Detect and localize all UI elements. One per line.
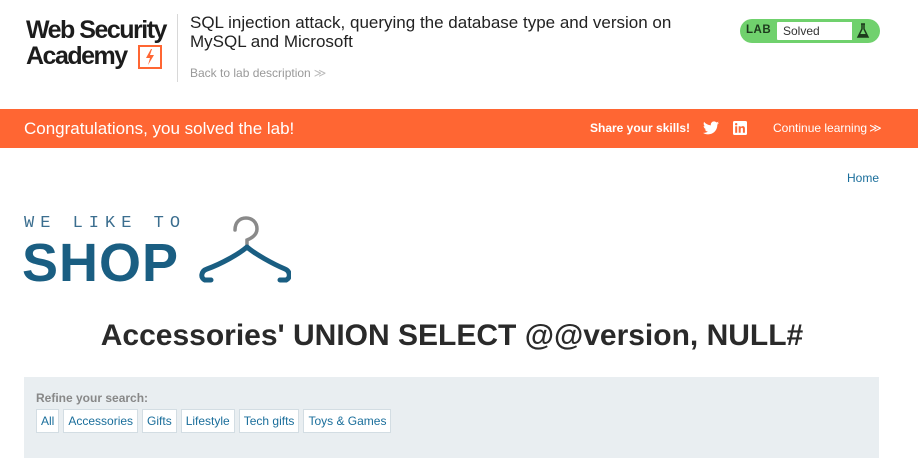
we-like-to-shop-logo[interactable]: WE LIKE TO SHOP [22, 212, 294, 293]
web-security-academy-logo[interactable]: Web Security Academy [26, 17, 176, 73]
share-skills-label: Share your skills! [590, 121, 691, 135]
congratulations-message: Congratulations, you solved the lab! [24, 119, 295, 138]
refine-search-panel: Refine your search: All Accessories Gift… [24, 377, 879, 458]
lightning-bolt-icon [138, 45, 162, 69]
lab-status-tag: LAB [746, 24, 772, 36]
filter-accessories[interactable]: Accessories [63, 409, 139, 433]
back-to-lab-description-link[interactable]: Back to lab description ≫ [190, 66, 326, 80]
lab-status-widget: LAB Solved [740, 19, 880, 43]
category-filters: All Accessories Gifts Lifestyle Tech gif… [36, 409, 392, 433]
chevron-double-right-icon: ≫ [869, 121, 881, 135]
page-title: Accessories' UNION SELECT @@version, NUL… [100, 319, 804, 352]
filter-toys-and-games[interactable]: Toys & Games [303, 409, 392, 433]
linkedin-icon[interactable] [733, 121, 747, 135]
continue-learning-link[interactable]: Continue learning ≫ [773, 121, 882, 135]
header-divider [177, 14, 178, 82]
filter-tech-gifts[interactable]: Tech gifts [238, 409, 300, 433]
filter-gifts[interactable]: Gifts [142, 409, 177, 433]
shop-logo-wordmark: SHOP [22, 233, 180, 293]
flask-icon-container [852, 22, 874, 40]
lab-title: SQL injection attack, querying the datab… [190, 13, 672, 51]
continue-learning-label: Continue learning [773, 121, 868, 135]
refine-search-label: Refine your search: [36, 391, 149, 405]
lab-header: Web Security Academy SQL injection attac… [0, 0, 918, 109]
chevron-double-right-icon: ≫ [313, 66, 326, 80]
filter-lifestyle[interactable]: Lifestyle [180, 409, 235, 433]
lab-solved-banner: Congratulations, you solved the lab! Sha… [0, 109, 918, 148]
clothes-hanger-icon [199, 216, 291, 283]
home-link[interactable]: Home [847, 171, 879, 185]
shop-logo-tagline: WE LIKE TO [24, 214, 187, 233]
flask-icon [856, 23, 870, 38]
logo-text-line1: Web Security [26, 16, 167, 44]
twitter-icon[interactable] [703, 121, 719, 135]
filter-all[interactable]: All [36, 409, 60, 433]
back-link-label: Back to lab description [190, 66, 311, 80]
